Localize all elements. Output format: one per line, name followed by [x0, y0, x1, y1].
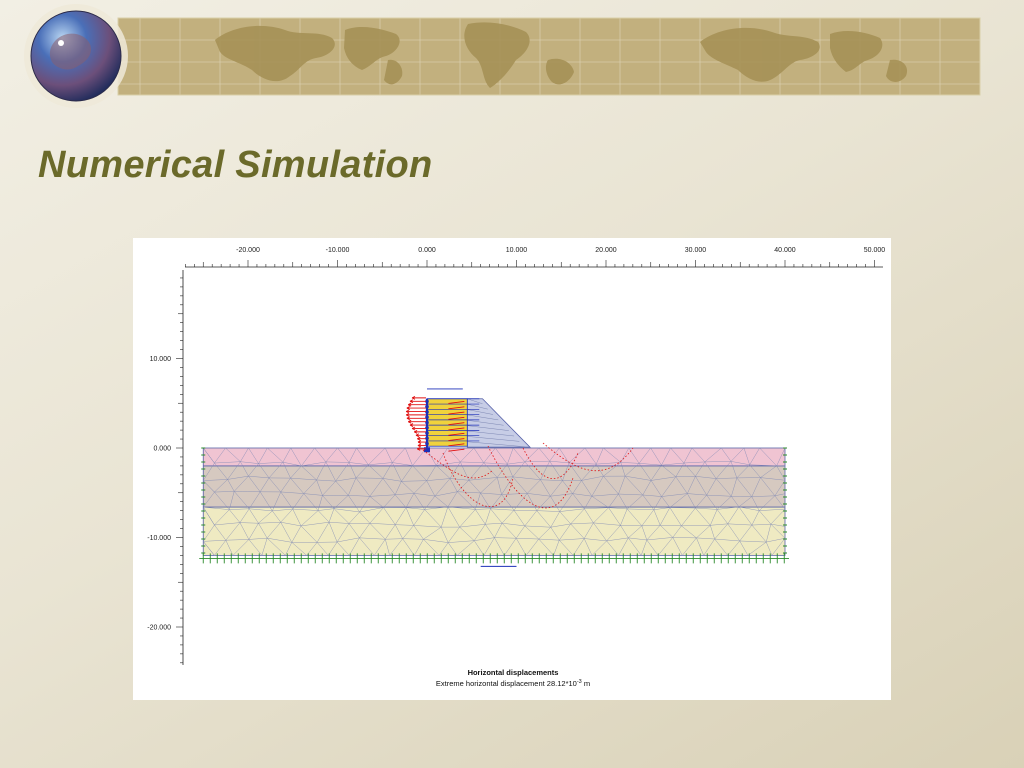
y-tick-label: 10.000	[150, 356, 172, 363]
y-tick-label: -20.000	[147, 625, 171, 632]
x-tick-label: -20.000	[236, 247, 260, 254]
embankment-fill	[466, 398, 531, 448]
caption-text: Extreme horizontal displacement 28.12*10…	[436, 679, 590, 688]
simulation-figure: -20.000 -10.000 0.000 10.000 20.000 30.000 40.…	[133, 238, 891, 700]
header-banner	[24, 4, 981, 108]
y-tick-label: 0.000	[153, 446, 171, 453]
soil-layers	[202, 447, 786, 556]
x-tick-label: 0.000	[418, 247, 436, 254]
x-tick-label: 40.000	[774, 247, 796, 254]
fem-plot: -20.000 -10.000 0.000 10.000 20.000 30.000 40.…	[147, 247, 886, 688]
caption-value: Extreme horizontal displacement 28.12*10	[436, 679, 577, 688]
x-tick-label: 20.000	[595, 247, 617, 254]
caption-unit: m	[582, 679, 590, 688]
caption-title: Horizontal displacements	[468, 668, 559, 677]
x-tick-label: 10.000	[506, 247, 528, 254]
x-tick-label: 30.000	[685, 247, 707, 254]
soil-layer-middle	[203, 465, 785, 508]
x-tick-label: -10.000	[326, 247, 350, 254]
wall-footing	[424, 447, 430, 453]
slide-title: Numerical Simulation	[38, 144, 433, 186]
globe-highlight	[58, 40, 64, 46]
x-tick-label: 50.000	[864, 247, 886, 254]
y-tick-label: -10.000	[147, 535, 171, 542]
embankment	[466, 398, 531, 448]
soil-layer-bottom	[203, 507, 785, 556]
